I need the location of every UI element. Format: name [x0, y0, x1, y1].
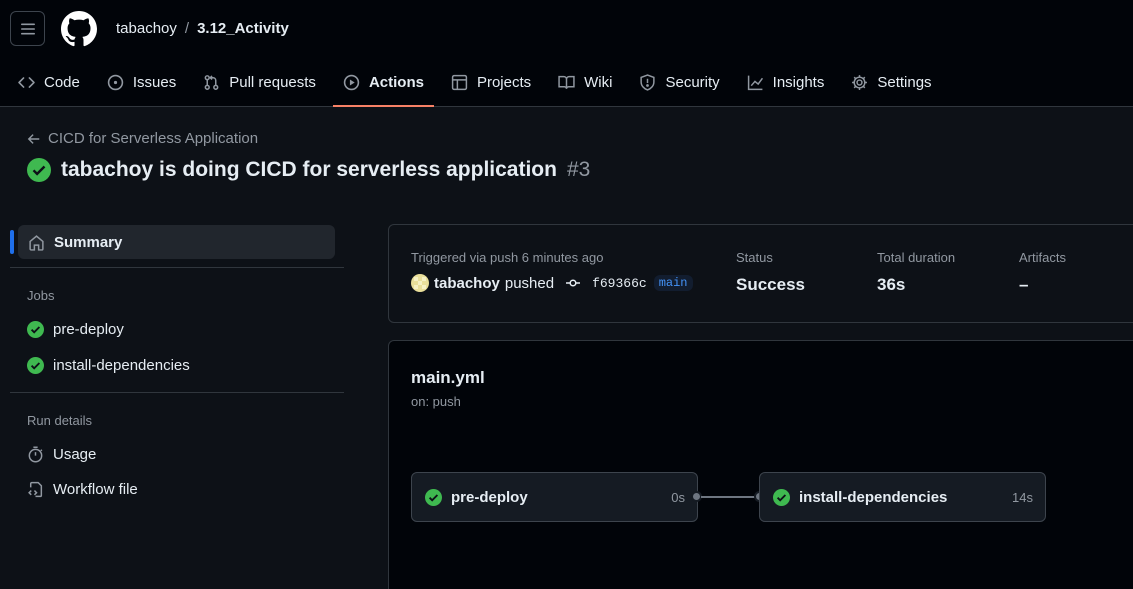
- tab-security[interactable]: Security: [630, 64, 728, 100]
- run-number: #3: [566, 158, 591, 181]
- status-column: Status Success: [736, 250, 805, 295]
- artifacts-label: Artifacts: [1019, 250, 1066, 265]
- tab-label: Wiki: [584, 73, 613, 91]
- sidebar-item-label: install-dependencies: [53, 357, 190, 374]
- sidebar-item-workflow-file[interactable]: Workflow file: [27, 481, 138, 498]
- workflow-trigger: on: push: [411, 394, 461, 409]
- sidebar-item-summary[interactable]: Summary: [18, 225, 335, 259]
- shield-icon: [640, 73, 656, 91]
- back-to-workflow-link[interactable]: CICD for Serverless Application: [27, 130, 258, 147]
- job-name: pre-deploy: [451, 488, 528, 506]
- jobs-heading: Jobs: [27, 288, 55, 303]
- sidebar-item-label: Workflow file: [53, 481, 138, 498]
- tab-label: Code: [44, 73, 80, 91]
- tab-projects[interactable]: Projects: [442, 64, 540, 100]
- table-icon: [451, 74, 468, 90]
- sidebar-divider: [10, 392, 344, 393]
- duration-column: Total duration 36s: [877, 250, 955, 295]
- sidebar-item-label: Summary: [54, 233, 123, 251]
- page-title: tabachoy is doing CICD for serverless ap…: [27, 158, 590, 182]
- issue-icon: [107, 74, 124, 90]
- avatar-pattern-icon: [414, 277, 426, 289]
- avatar[interactable]: [411, 274, 429, 292]
- tab-issues[interactable]: Issues: [98, 64, 185, 100]
- check-circle-icon: [425, 488, 442, 506]
- tab-label: Settings: [877, 73, 932, 91]
- duration-value: 36s: [877, 275, 906, 294]
- artifacts-column: Artifacts –: [1019, 250, 1066, 295]
- trigger-label: Triggered via push 6 minutes ago: [411, 250, 604, 265]
- home-icon: [29, 234, 44, 251]
- tab-label: Insights: [772, 73, 825, 91]
- artifacts-value: –: [1019, 275, 1029, 294]
- check-circle-icon: [27, 321, 44, 338]
- tab-label: Actions: [368, 73, 424, 91]
- tab-label: Issues: [132, 73, 177, 91]
- status-label: Status: [736, 250, 773, 265]
- gear-icon: [852, 74, 868, 90]
- push-action-text: pushed: [504, 274, 555, 292]
- commit-sha-link[interactable]: f69366c: [592, 276, 647, 291]
- active-indicator: [10, 230, 14, 254]
- job-node-install-dependencies[interactable]: install-dependencies 14s: [759, 472, 1046, 522]
- hamburger-icon: [20, 23, 35, 34]
- play-icon: [343, 74, 360, 90]
- duration-label: Total duration: [877, 250, 956, 265]
- check-circle-icon: [27, 158, 51, 182]
- breadcrumb-separator: /: [184, 20, 190, 37]
- back-link-label: CICD for Serverless Application: [48, 130, 259, 147]
- repo-link[interactable]: 3.12_Activity: [197, 20, 289, 37]
- code-icon: [18, 76, 35, 88]
- tab-insights[interactable]: Insights: [738, 64, 834, 100]
- trigger-info: Triggered via push 6 minutes ago tabacho…: [411, 250, 693, 292]
- branch-badge[interactable]: main: [653, 275, 693, 291]
- tab-actions[interactable]: Actions: [332, 64, 434, 107]
- tab-pull-requests[interactable]: Pull requests: [194, 64, 325, 100]
- repo-header: tabachoy / 3.12_Activity Code Issues Pul…: [0, 0, 1133, 107]
- commit-icon: [566, 279, 581, 287]
- sidebar-item-label: pre-deploy: [53, 321, 124, 338]
- job-name: install-dependencies: [799, 488, 948, 506]
- book-icon: [558, 75, 575, 89]
- breadcrumb: tabachoy / 3.12_Activity: [116, 20, 289, 37]
- sidebar-item-usage[interactable]: Usage: [27, 446, 96, 463]
- job-duration: 14s: [1012, 489, 1033, 505]
- sidebar-item-label: Usage: [53, 446, 97, 463]
- graph-icon: [747, 75, 763, 90]
- pull-request-icon: [204, 74, 219, 90]
- run-summary-card: Triggered via push 6 minutes ago tabacho…: [388, 224, 1133, 323]
- check-circle-icon: [27, 357, 44, 374]
- menu-button[interactable]: [10, 11, 45, 46]
- job-node-pre-deploy[interactable]: pre-deploy 0s: [411, 472, 698, 522]
- sidebar-item-pre-deploy[interactable]: pre-deploy: [27, 321, 124, 338]
- stopwatch-icon: [28, 446, 43, 463]
- status-value: Success: [736, 275, 805, 294]
- workflow-file-name[interactable]: main.yml: [411, 368, 485, 388]
- github-logo-icon[interactable]: [61, 11, 97, 47]
- run-title: tabachoy is doing CICD for serverless ap…: [61, 158, 557, 181]
- sidebar-item-install-dependencies[interactable]: install-dependencies: [27, 357, 190, 374]
- check-circle-icon: [773, 488, 790, 506]
- owner-link[interactable]: tabachoy: [116, 20, 177, 37]
- tab-label: Security: [665, 73, 720, 91]
- workflow-graph: main.yml on: push pre-deploy 0s install-…: [388, 340, 1133, 589]
- arrow-left-icon: [27, 133, 40, 144]
- actor-link[interactable]: tabachoy: [434, 275, 500, 292]
- run-details-heading: Run details: [27, 413, 93, 428]
- file-code-icon: [28, 481, 43, 498]
- job-duration: 0s: [671, 489, 685, 505]
- tab-label: Projects: [476, 73, 532, 91]
- tab-settings[interactable]: Settings: [842, 64, 940, 100]
- sidebar-divider: [10, 267, 344, 268]
- tab-code[interactable]: Code: [9, 64, 89, 100]
- repo-nav-tabs: Code Issues Pull requests Actions Projec…: [0, 64, 941, 107]
- job-connector: [701, 496, 760, 498]
- tab-wiki[interactable]: Wiki: [549, 64, 621, 100]
- tab-label: Pull requests: [229, 73, 316, 91]
